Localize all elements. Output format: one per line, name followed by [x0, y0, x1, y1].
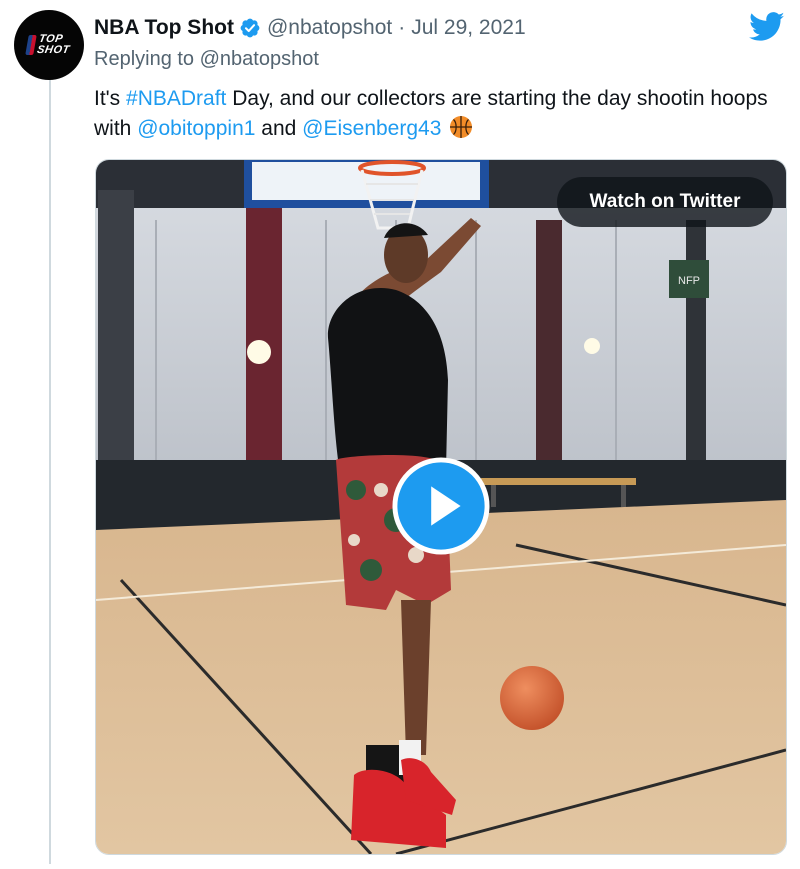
play-icon[interactable] — [392, 457, 490, 555]
top-shot-logo: TOP SHOT — [25, 33, 72, 56]
tweet-text-segment: It's — [94, 87, 127, 110]
tweet-text-segment: and — [255, 117, 303, 140]
replying-to[interactable]: Replying to @nbatopshot — [94, 48, 319, 71]
handle[interactable]: @nbatopshot — [267, 16, 392, 40]
nfp-sign: NFP — [678, 275, 700, 287]
basketball-icon — [450, 116, 473, 138]
tweet-link[interactable]: @obitoppin1 — [137, 117, 255, 140]
tweet-text: It's #NBADraft Day, and our collectors a… — [94, 84, 784, 144]
twitter-bird-icon[interactable] — [749, 12, 785, 42]
tweet-header: NBA Top Shot @nbatopshot · Jul 29, 2021 — [94, 14, 526, 42]
video-player[interactable]: NFP Watch on Twitter — [95, 159, 787, 855]
watch-on-twitter-button[interactable]: Watch on Twitter — [557, 177, 773, 227]
tweet-date[interactable]: Jul 29, 2021 — [411, 16, 525, 40]
thread-connector-line — [49, 78, 51, 864]
tweet-link[interactable]: @Eisenberg43 — [302, 117, 441, 140]
separator-dot: · — [398, 16, 406, 39]
display-name[interactable]: NBA Top Shot — [94, 16, 234, 40]
logo-text-shot: SHOT — [36, 44, 71, 56]
avatar[interactable]: TOP SHOT — [14, 10, 84, 80]
tweet-link[interactable]: #NBADraft — [126, 87, 226, 110]
nba-logo-icon — [25, 35, 37, 55]
verified-badge-icon — [240, 18, 260, 38]
